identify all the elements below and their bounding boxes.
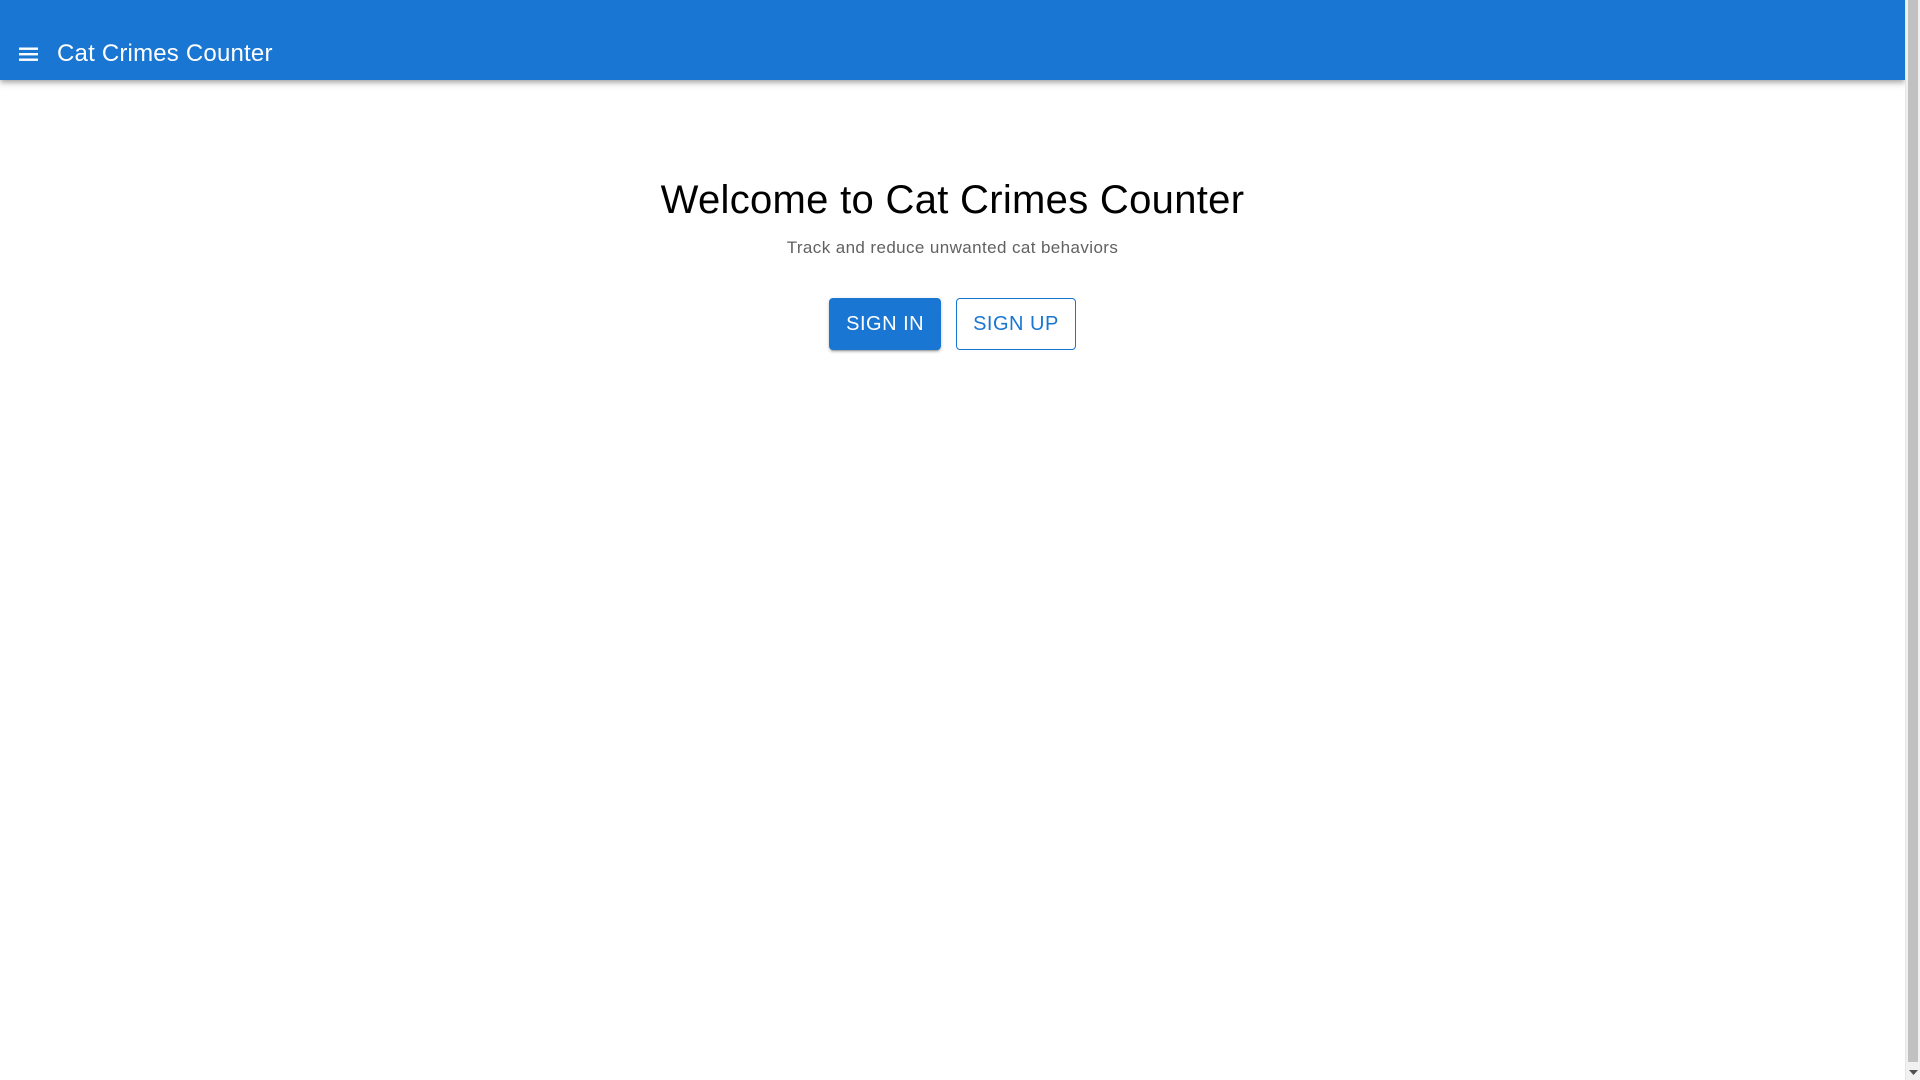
scrollbar-thumb[interactable] bbox=[1908, 0, 1918, 1062]
sign-up-button[interactable]: SIGN UP bbox=[956, 298, 1076, 350]
app-title: Cat Crimes Counter bbox=[57, 40, 273, 67]
welcome-title: Welcome to Cat Crimes Counter bbox=[660, 178, 1245, 222]
sign-in-button[interactable]: SIGN IN bbox=[829, 298, 942, 350]
scroll-down-arrow-icon[interactable] bbox=[1906, 1065, 1920, 1080]
vertical-scrollbar[interactable] bbox=[1905, 0, 1920, 1080]
menu-icon bbox=[16, 42, 40, 66]
page: Cat Crimes Counter Welcome to Cat Crimes… bbox=[0, 0, 1920, 1080]
menu-button[interactable] bbox=[8, 34, 48, 74]
welcome-hero: Welcome to Cat Crimes Counter Track and … bbox=[0, 170, 1905, 260]
app-viewport: Cat Crimes Counter Welcome to Cat Crimes… bbox=[0, 0, 1905, 1080]
auth-actions: SIGN IN SIGN UP bbox=[0, 298, 1905, 350]
welcome-subtitle: Track and reduce unwanted cat behaviors bbox=[786, 238, 1119, 257]
app-bar: Cat Crimes Counter bbox=[0, 0, 1905, 80]
